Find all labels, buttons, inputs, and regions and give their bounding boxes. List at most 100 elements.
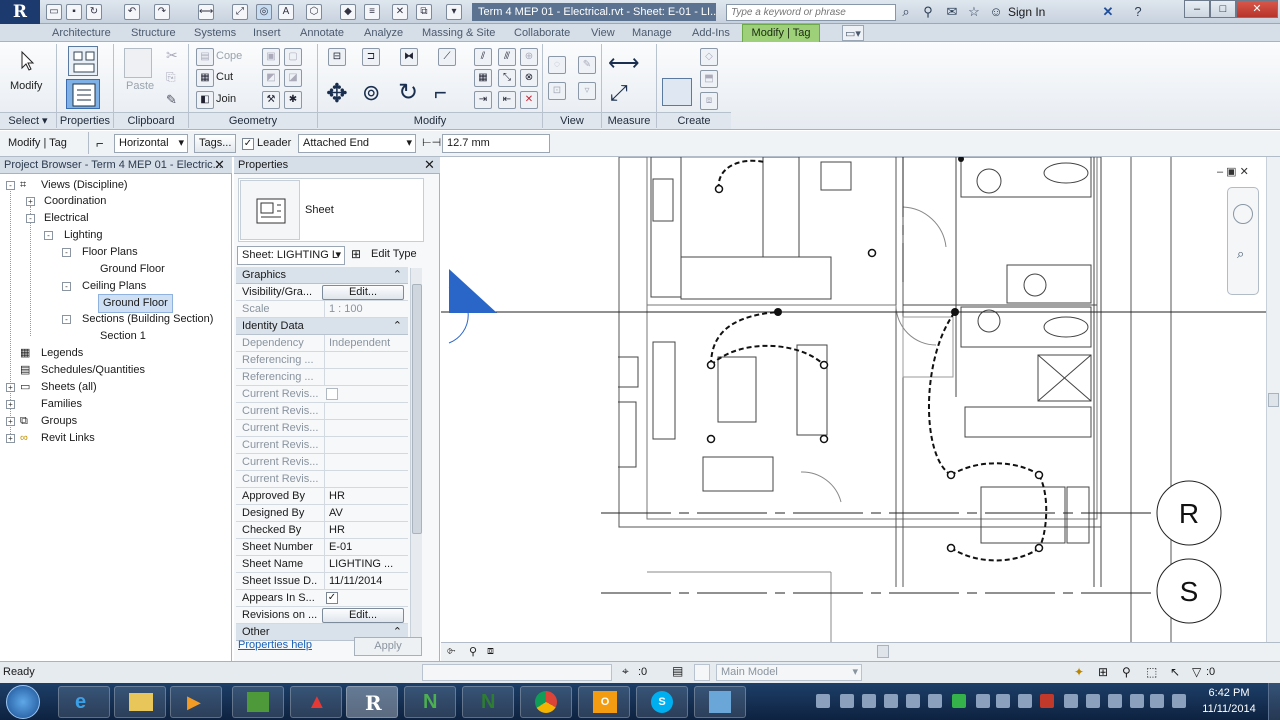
tray-icon[interactable] bbox=[840, 694, 854, 708]
instance-selector[interactable]: Sheet: LIGHTING L ▾ bbox=[237, 246, 345, 265]
properties-icon[interactable] bbox=[66, 79, 100, 109]
hammer-icon[interactable]: ✱ bbox=[284, 91, 302, 109]
tags-button[interactable]: Tags... bbox=[194, 134, 236, 153]
close-hidden-icon[interactable]: ✕ bbox=[392, 4, 408, 20]
expand-icon[interactable]: + bbox=[26, 197, 35, 206]
tree-node-legends[interactable]: ▦ Legends bbox=[4, 345, 230, 362]
select-links-icon[interactable]: ✦ bbox=[1074, 665, 1084, 679]
expand-icon[interactable]: + bbox=[6, 383, 15, 392]
expand-icon[interactable]: + bbox=[6, 400, 15, 409]
collapse-icon[interactable]: - bbox=[62, 282, 71, 291]
sign-in-link[interactable]: Sign In bbox=[1008, 5, 1045, 19]
tree-node-revit-links[interactable]: + ∞ Revit Links bbox=[4, 430, 230, 447]
row-sheet-name[interactable]: Sheet Name LIGHTING ... bbox=[236, 556, 408, 573]
clock-date[interactable]: 11/11/2014 bbox=[1196, 703, 1262, 715]
section-icon[interactable]: ◆ bbox=[340, 4, 356, 20]
tab-analyze[interactable]: Analyze bbox=[364, 25, 403, 41]
taskbar-autocad[interactable]: ▲ bbox=[290, 686, 342, 718]
tree-node-coordination[interactable]: + Coordination bbox=[4, 193, 230, 210]
view-window-controls[interactable]: – ▣ ✕ bbox=[1217, 165, 1249, 178]
exchange-icon[interactable]: ✕ bbox=[1100, 4, 1116, 20]
filter-icon[interactable]: ⌖ bbox=[622, 664, 629, 679]
move-icon[interactable]: ✥ bbox=[326, 78, 348, 109]
taskbar-media-player[interactable]: ▶ bbox=[170, 686, 222, 718]
tab-insert[interactable]: Insert bbox=[253, 25, 281, 41]
cut-icon[interactable]: ✂ bbox=[166, 47, 178, 64]
tab-structure[interactable]: Structure bbox=[131, 25, 176, 41]
tab-architecture[interactable]: Architecture bbox=[52, 25, 111, 41]
tray-icon[interactable] bbox=[906, 694, 920, 708]
start-button[interactable] bbox=[6, 685, 40, 719]
flag-icon[interactable] bbox=[1108, 694, 1122, 708]
properties-help-link[interactable]: Properties help bbox=[238, 639, 312, 651]
search-input[interactable] bbox=[726, 4, 896, 21]
collapse-icon[interactable]: - bbox=[26, 214, 35, 223]
rotate-icon[interactable]: ↻ bbox=[398, 78, 418, 107]
appears-checkbox[interactable]: ✓ bbox=[326, 592, 338, 604]
taskbar-navisworks-2[interactable]: N bbox=[462, 686, 514, 718]
floor-plan-drawing[interactable]: R S bbox=[441, 157, 1280, 642]
text-icon[interactable]: A bbox=[278, 4, 294, 20]
design-option-box[interactable] bbox=[694, 664, 710, 681]
leader-end-select[interactable]: Attached End ▾ bbox=[298, 134, 416, 153]
row-approved-by[interactable]: Approved By HR bbox=[236, 488, 408, 505]
drag-elements-icon[interactable]: ↖ bbox=[1170, 665, 1180, 679]
taskbar-revit[interactable]: R bbox=[346, 686, 398, 718]
modify-cursor-icon[interactable] bbox=[18, 50, 38, 72]
remove-paint-icon[interactable]: ◪ bbox=[284, 69, 302, 87]
cope-button[interactable]: Cope bbox=[216, 50, 242, 62]
sync-icon[interactable]: ↻ bbox=[86, 4, 102, 20]
trim-icon[interactable]: ⌐ bbox=[434, 80, 447, 106]
workset-box[interactable] bbox=[422, 664, 612, 681]
modify-button[interactable]: Modify bbox=[10, 80, 42, 92]
maximize-button[interactable]: □ bbox=[1210, 0, 1236, 18]
row-checked-by[interactable]: Checked By HR bbox=[236, 522, 408, 539]
join-icon[interactable]: ◧ bbox=[196, 91, 214, 109]
copy-element-icon[interactable]: ⊚ bbox=[362, 80, 380, 106]
taskbar-app-1[interactable] bbox=[232, 686, 284, 718]
tag-icon[interactable]: ◎ bbox=[256, 4, 272, 20]
orientation-select[interactable]: Horizontal ▾ bbox=[114, 134, 188, 153]
favorites-icon[interactable]: ☆ bbox=[966, 4, 982, 20]
binoculars-icon[interactable]: ⌕ bbox=[898, 4, 914, 20]
taskbar-skype[interactable]: S bbox=[636, 686, 688, 718]
tree-node-views[interactable]: - ⌗ Views (Discipline) bbox=[4, 177, 230, 194]
linework-icon[interactable]: ⊡ bbox=[548, 82, 566, 100]
row-sheet-issue-date[interactable]: Sheet Issue D... 11/11/2014 bbox=[236, 573, 408, 590]
paste-icon[interactable] bbox=[124, 48, 152, 78]
measure-distance-icon[interactable]: ⟷ bbox=[608, 50, 640, 76]
split-icon[interactable]: ⫽ bbox=[474, 48, 492, 66]
type-properties-icon[interactable] bbox=[68, 46, 98, 76]
tab-systems[interactable]: Systems bbox=[194, 25, 236, 41]
select-underlay-icon[interactable]: ⊞ bbox=[1098, 665, 1108, 679]
help-icon[interactable]: ? bbox=[1130, 4, 1146, 20]
select-by-face-icon[interactable]: ⬚ bbox=[1146, 665, 1157, 679]
tray-icon[interactable] bbox=[1064, 694, 1078, 708]
cope-icon[interactable]: ▤ bbox=[196, 48, 214, 66]
taskbar-navisworks-1[interactable]: N bbox=[404, 686, 456, 718]
create-assembly-icon[interactable] bbox=[662, 78, 692, 106]
design-options-icon[interactable]: ▤ bbox=[672, 664, 683, 678]
tab-add-ins[interactable]: Add-Ins bbox=[692, 25, 730, 41]
copy-icon[interactable]: ⎘ bbox=[166, 70, 176, 85]
display-icon[interactable] bbox=[1130, 694, 1144, 708]
volume-icon[interactable] bbox=[1172, 694, 1186, 708]
cut-geometry-button[interactable]: Cut bbox=[216, 71, 233, 83]
dimension-icon[interactable]: ⤢ bbox=[232, 4, 248, 20]
join-button[interactable]: Join bbox=[216, 93, 236, 105]
mirror-draw-icon[interactable]: ⟋ bbox=[438, 48, 456, 66]
trim-extend-icon[interactable]: ⇥ bbox=[474, 91, 492, 109]
pin-view-icon[interactable]: ⚲ bbox=[469, 645, 477, 658]
tree-node-families[interactable]: + Families bbox=[4, 396, 230, 413]
section-graphics[interactable]: Graphics ⌃ bbox=[236, 267, 408, 284]
minimize-button[interactable]: – bbox=[1184, 0, 1210, 18]
bluetooth-icon[interactable] bbox=[976, 694, 990, 708]
tray-icon[interactable] bbox=[952, 694, 966, 708]
tray-icon[interactable] bbox=[996, 694, 1010, 708]
tab-collaborate[interactable]: Collaborate bbox=[514, 25, 570, 41]
revisions-edit-button[interactable]: Edit... bbox=[322, 608, 404, 623]
filter-icon[interactable]: ▿ bbox=[578, 82, 596, 100]
edit-type-button[interactable]: Edit Type bbox=[371, 248, 417, 260]
tab-view[interactable]: View bbox=[591, 25, 615, 41]
drawing-area[interactable]: R S ⌕ – ▣ ✕ bbox=[441, 157, 1280, 642]
